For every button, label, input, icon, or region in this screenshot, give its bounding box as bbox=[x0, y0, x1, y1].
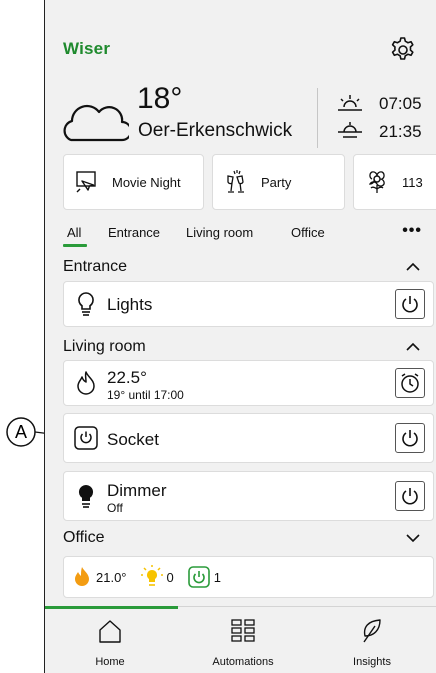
bottom-navigation: Home Automations Insights bbox=[45, 606, 436, 673]
nav-label: Insights bbox=[353, 656, 391, 668]
device-name: Dimmer bbox=[107, 481, 167, 500]
flower-icon bbox=[368, 171, 385, 193]
office-temperature: 21.0° bbox=[72, 565, 127, 589]
party-glasses-icon bbox=[227, 170, 244, 193]
power-icon bbox=[74, 426, 98, 450]
device-status: Off bbox=[107, 501, 123, 515]
room-tabs: All Entrance Living room Office bbox=[67, 225, 424, 245]
chevron-up-icon bbox=[406, 342, 420, 351]
scene-party[interactable]: Party bbox=[212, 154, 345, 210]
tab-living-room[interactable]: Living room bbox=[186, 225, 253, 240]
section-title: Office bbox=[63, 529, 105, 546]
sunset-row: 21:35 bbox=[335, 121, 422, 143]
lightbulb-glow-icon bbox=[140, 565, 163, 586]
heating-schedule: 19° until 17:00 bbox=[107, 388, 184, 402]
cloud-icon bbox=[63, 104, 129, 142]
sunrise-icon bbox=[338, 95, 362, 111]
scene-113[interactable]: 113 bbox=[353, 154, 436, 210]
lightbulb-filled-icon bbox=[78, 484, 94, 508]
section-title: Entrance bbox=[63, 258, 128, 275]
device-card-dimmer[interactable]: Dimmer Off bbox=[63, 471, 434, 521]
left-margin bbox=[0, 0, 44, 673]
boost-timer-button[interactable] bbox=[395, 368, 425, 398]
more-options-icon[interactable]: ••• bbox=[402, 222, 422, 240]
office-sockets: 1 bbox=[187, 566, 221, 588]
tab-office[interactable]: Office bbox=[291, 225, 325, 240]
device-card-socket[interactable]: Socket bbox=[63, 413, 434, 463]
wiser-logo: Wiser bbox=[63, 39, 111, 58]
home-icon bbox=[99, 620, 121, 643]
device-name: Lights bbox=[107, 295, 153, 314]
tab-active-indicator bbox=[63, 244, 87, 247]
office-lights: 0 bbox=[140, 565, 174, 589]
scene-label: Party bbox=[261, 174, 292, 190]
nav-automations[interactable]: Automations bbox=[178, 607, 308, 673]
gear-icon[interactable] bbox=[386, 34, 418, 66]
section-entrance[interactable]: Entrance bbox=[63, 255, 420, 279]
nav-home[interactable]: Home bbox=[45, 607, 175, 673]
heating-setpoint: 22.5° bbox=[107, 368, 147, 387]
power-button[interactable] bbox=[395, 289, 425, 319]
nav-insights[interactable]: Insights bbox=[307, 607, 436, 673]
section-title: Living room bbox=[63, 338, 146, 355]
weather-city: Oer-Erkenschwick bbox=[138, 120, 293, 141]
power-icon bbox=[187, 566, 210, 588]
timer-icon bbox=[401, 373, 419, 393]
tab-entrance[interactable]: Entrance bbox=[108, 225, 160, 240]
sunrise-time: 07:05 bbox=[379, 94, 422, 113]
office-sockets-count: 1 bbox=[213, 569, 221, 585]
device-name: Socket bbox=[107, 430, 159, 449]
tab-all[interactable]: All bbox=[67, 225, 81, 240]
section-living-room[interactable]: Living room bbox=[63, 335, 420, 359]
phone-screen: Wiser 18° Oer-Erkenschwick 07:05 21:35 M… bbox=[44, 0, 436, 673]
power-icon bbox=[402, 488, 418, 505]
device-card-lights[interactable]: Lights bbox=[63, 281, 434, 327]
scene-row: Movie Night Party 113 bbox=[63, 154, 436, 210]
flame-outline-icon bbox=[77, 371, 95, 395]
callout-a: A bbox=[6, 417, 36, 447]
grid-icon bbox=[231, 619, 255, 642]
weather-divider bbox=[317, 88, 318, 148]
flame-filled-icon bbox=[75, 567, 89, 586]
scene-label: 113 bbox=[402, 174, 423, 190]
callout-letter: A bbox=[15, 422, 27, 442]
scene-movie-night[interactable]: Movie Night bbox=[63, 154, 204, 210]
office-temperature-value: 21.0° bbox=[96, 569, 127, 585]
sunset-time: 21:35 bbox=[379, 122, 422, 141]
office-lights-count: 0 bbox=[166, 569, 174, 585]
movie-scene-icon bbox=[76, 171, 96, 193]
office-summary-card[interactable]: 21.0° 0 1 bbox=[63, 556, 434, 598]
device-card-heating[interactable]: 22.5° 19° until 17:00 bbox=[63, 360, 434, 406]
weather-temperature: 18° bbox=[137, 82, 183, 115]
leaf-icon bbox=[363, 619, 381, 643]
power-icon bbox=[402, 296, 418, 313]
nav-label: Home bbox=[95, 656, 125, 668]
section-office[interactable]: Office bbox=[63, 526, 420, 550]
chevron-down-icon bbox=[406, 534, 420, 543]
power-icon bbox=[402, 430, 418, 447]
sunrise-row: 07:05 bbox=[335, 93, 422, 115]
lightbulb-outline-icon bbox=[78, 292, 94, 316]
nav-label: Automations bbox=[212, 656, 274, 668]
power-button[interactable] bbox=[395, 481, 425, 511]
nav-active-indicator bbox=[45, 606, 178, 609]
chevron-up-icon bbox=[406, 262, 420, 271]
power-button[interactable] bbox=[395, 423, 425, 453]
scene-label: Movie Night bbox=[112, 174, 181, 190]
sunset-icon bbox=[338, 122, 362, 138]
